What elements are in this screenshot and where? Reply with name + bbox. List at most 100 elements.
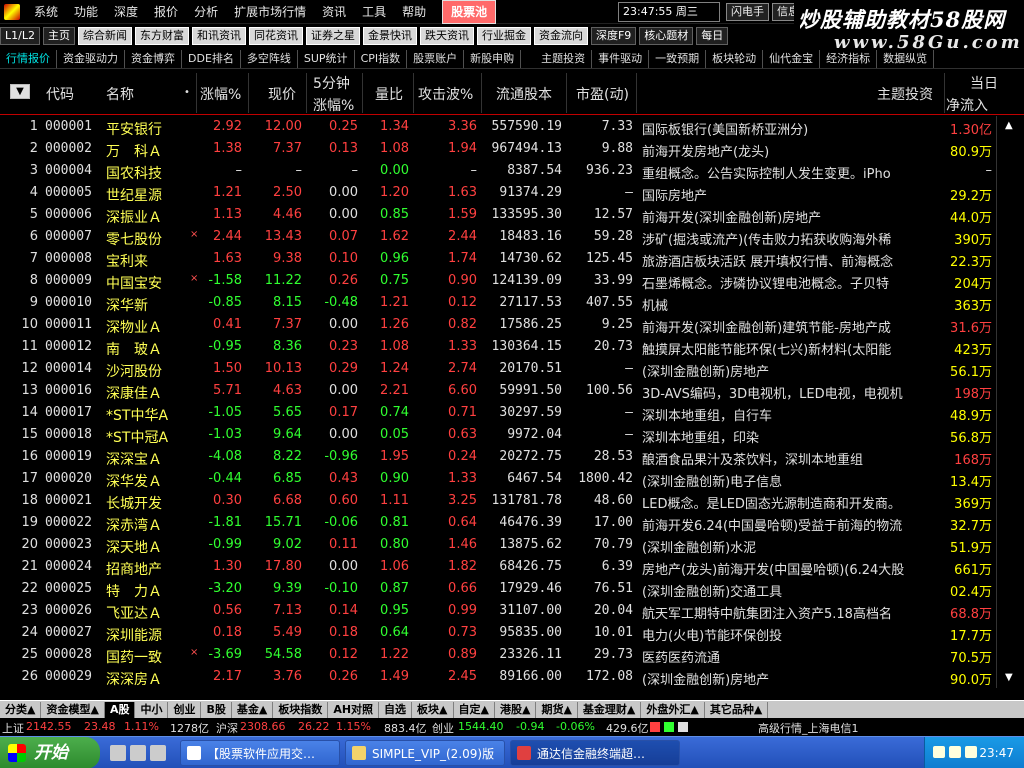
table-row[interactable]: 5 000006 深振业Ａ 1.13 4.46 0.00 0.85 1.59 133595.30… <box>0 204 1024 226</box>
table-row[interactable]: 10 000011 深物业Ａ 0.41 7.37 0.00 1.26 0.82 17586.25… <box>0 314 1024 336</box>
task-tdx-terminal[interactable]: 通达信金融终端超… <box>510 740 680 766</box>
tab-fund-drive[interactable]: 资金驱动力 <box>57 49 125 68</box>
tab-sector-rotation[interactable]: 板块轮动 <box>706 49 764 68</box>
table-row[interactable]: 22 000025 特 力Ａ -3.20 9.39 -0.10 0.87 0.66 17929.… <box>0 578 1024 600</box>
tab-ipo[interactable]: 新股申购 <box>464 49 522 68</box>
menu-extended-market[interactable]: 扩展市场行情 <box>226 1 314 23</box>
table-row[interactable]: 14 000017 *ST中华A -1.05 5.65 0.17 0.74 0.71 30297… <box>0 402 1024 424</box>
market-tab[interactable]: 港股▲ <box>495 701 537 718</box>
table-row[interactable]: 2 000002 万 科Ａ 1.38 7.37 0.13 1.08 1.94 967494.13… <box>0 138 1024 160</box>
table-row[interactable]: 7 000008 宝利来 1.63 9.38 0.10 0.96 1.74 14730.62 12… <box>0 248 1024 270</box>
table-row[interactable]: 3 000004 国农科技 – – – 0.00 – 8387.54 936.23 重组概念。公告实… <box>0 160 1024 182</box>
col-5min-bottom[interactable]: 涨幅% <box>313 95 354 115</box>
server-name[interactable]: 高级行情_上海电信1 <box>758 720 859 736</box>
table-row[interactable]: 8 000009 中国宝安 × -1.58 11.22 0.26 0.75 0.90 124139… <box>0 270 1024 292</box>
menu-quote[interactable]: 报价 <box>146 1 186 23</box>
tab-bull-bear[interactable]: 多空阵线 <box>241 49 298 68</box>
tab-consensus[interactable]: 一致预期 <box>649 49 707 68</box>
home-button[interactable]: 主页 <box>42 26 75 45</box>
table-row[interactable]: 25 000028 国药一致 × -3.69 54.58 0.12 1.22 0.89 23326… <box>0 644 1024 666</box>
market-tab[interactable]: B股 <box>201 701 232 718</box>
menu-info[interactable]: 资讯 <box>314 1 354 23</box>
security-icon[interactable] <box>965 746 977 758</box>
level-toggle-button[interactable]: L1/L2 <box>0 26 40 45</box>
table-row[interactable]: 21 000024 招商地产 1.30 17.80 0.00 1.06 1.82 68426.7… <box>0 556 1024 578</box>
market-tab[interactable]: 创业 <box>168 701 202 718</box>
market-tab[interactable]: 自定▲ <box>454 701 495 718</box>
col-change-pct[interactable]: 涨幅% <box>200 84 241 104</box>
toolbar-stockstar[interactable]: 证券之星 <box>305 26 360 45</box>
col-attack-wave[interactable]: 攻击波% <box>418 84 473 104</box>
table-row[interactable]: 9 000010 深华新 -0.85 8.15 -0.48 1.21 0.12 27117.53… <box>0 292 1024 314</box>
market-tab[interactable]: 板块指数 <box>273 701 329 718</box>
tab-cpi-index[interactable]: CPI指数 <box>355 49 408 68</box>
toolbar-jinjing[interactable]: 金景快讯 <box>362 26 417 45</box>
toolbar-eastmoney[interactable]: 东方财富 <box>134 26 189 45</box>
tab-gold-treasure[interactable]: 仙代金宝 <box>763 49 821 68</box>
tab-theme-invest[interactable]: 主题投资 <box>535 49 593 68</box>
tab-stock-account[interactable]: 股票账户 <box>407 49 465 68</box>
market-tab[interactable]: 自选 <box>379 701 413 718</box>
menu-function[interactable]: 功能 <box>66 1 106 23</box>
toolbar-depth-f9[interactable]: 深度F9 <box>590 26 637 45</box>
quicklaunch-ie-icon[interactable] <box>130 745 146 761</box>
quicklaunch-media-icon[interactable] <box>150 745 166 761</box>
task-simple-vip[interactable]: SIMPLE_VIP_(2.09)版 <box>345 740 505 766</box>
menu-depth[interactable]: 深度 <box>106 1 146 23</box>
menu-help[interactable]: 帮助 <box>394 1 434 23</box>
table-row[interactable]: 6 000007 零七股份 × 2.44 13.43 0.07 1.62 2.44 18483.1… <box>0 226 1024 248</box>
quicklaunch-desktop-icon[interactable] <box>110 745 126 761</box>
tab-fund-game[interactable]: 资金博弈 <box>125 49 182 68</box>
col-5min-top[interactable]: 5分钟 <box>313 73 350 93</box>
col-float-shares[interactable]: 流通股本 <box>496 84 552 104</box>
table-row[interactable]: 18 000021 长城开发 0.30 6.68 0.60 1.11 3.25 131781.7… <box>0 490 1024 512</box>
menu-system[interactable]: 系统 <box>26 1 66 23</box>
toolbar-news[interactable]: 综合新闻 <box>77 26 132 45</box>
market-tab[interactable]: 资金模型▲ <box>41 701 105 718</box>
scroll-up-icon[interactable]: ▲ <box>1005 120 1015 131</box>
table-row[interactable]: 1 000001 平安银行 2.92 12.00 0.25 1.34 3.36 557590.1… <box>0 116 1024 138</box>
tab-event-drive[interactable]: 事件驱动 <box>592 49 650 68</box>
task-stock-software[interactable]: 【股票软件应用交… <box>180 740 340 766</box>
col-netflow-top[interactable]: 当日 <box>970 73 998 93</box>
col-price[interactable]: 现价 <box>268 84 296 104</box>
market-tab[interactable]: 期货▲ <box>536 701 578 718</box>
toolbar-dietian[interactable]: 跌天资讯 <box>419 26 474 45</box>
table-row[interactable]: 19 000022 深赤湾Ａ -1.81 15.71 -0.06 0.81 0.64 46476… <box>0 512 1024 534</box>
col-name[interactable]: 名称 <box>106 84 134 104</box>
col-netflow-bottom[interactable]: 净流入 <box>946 95 988 115</box>
network-icon[interactable] <box>933 746 945 758</box>
table-row[interactable]: 11 000012 南 玻Ａ -0.95 8.36 0.23 1.08 1.33 130364.… <box>0 336 1024 358</box>
market-tab[interactable]: 板块▲ <box>412 701 454 718</box>
market-tab[interactable]: AH对照 <box>328 701 380 718</box>
scroll-down-icon[interactable]: ▼ <box>1005 672 1015 683</box>
toolbar-industry[interactable]: 行业掘金 <box>476 26 531 45</box>
table-row[interactable]: 23 000026 飞亚达Ａ 0.56 7.13 0.14 0.95 0.99 31107.00… <box>0 600 1024 622</box>
table-row[interactable]: 4 000005 世纪星源 1.21 2.50 0.00 1.20 1.63 91374.29 –… <box>0 182 1024 204</box>
table-row[interactable]: 12 000014 沙河股份 1.50 10.13 0.29 1.24 2.74 20170.5… <box>0 358 1024 380</box>
col-volume-ratio[interactable]: 量比 <box>375 84 403 104</box>
toolbar-fundflow[interactable]: 资金流向 <box>533 26 588 45</box>
table-row[interactable]: 26 000029 深深房Ａ 2.17 3.76 0.26 1.49 2.45 89166.00… <box>0 666 1024 688</box>
table-row[interactable]: 17 000020 深华发Ａ -0.44 6.85 0.43 0.90 1.33 6467.54… <box>0 468 1024 490</box>
table-row[interactable]: 15 000018 *ST中冠A -1.03 9.64 0.00 0.05 0.63 9972.… <box>0 424 1024 446</box>
toolbar-tonghua[interactable]: 同花资讯 <box>248 26 303 45</box>
col-theme[interactable]: 主题投资 <box>877 84 933 104</box>
toolbar-daily[interactable]: 每日 <box>696 26 729 45</box>
market-tab[interactable]: A股 <box>104 701 136 718</box>
lightning-trade-button[interactable]: 闪电手 <box>726 3 769 21</box>
col-code[interactable]: 代码 <box>46 84 74 104</box>
market-tab[interactable]: 基金▲ <box>232 701 274 718</box>
volume-icon[interactable] <box>949 746 961 758</box>
toolbar-hexun[interactable]: 和讯资讯 <box>191 26 246 45</box>
tab-econ-indicator[interactable]: 经济指标 <box>820 49 878 68</box>
col-pe[interactable]: 市盈(动) <box>576 84 629 104</box>
tab-quotes[interactable]: 行情报价 <box>0 49 57 68</box>
tab-dde-rank[interactable]: DDE排名 <box>182 49 241 68</box>
sort-dropdown-icon[interactable]: ▼ <box>10 84 30 99</box>
menu-analysis[interactable]: 分析 <box>186 1 226 23</box>
start-button[interactable]: 开始 <box>0 737 100 768</box>
menu-tools[interactable]: 工具 <box>354 1 394 23</box>
tab-sup-stats[interactable]: SUP统计 <box>298 49 355 68</box>
tab-data-overview[interactable]: 数据纵览 <box>877 49 935 68</box>
